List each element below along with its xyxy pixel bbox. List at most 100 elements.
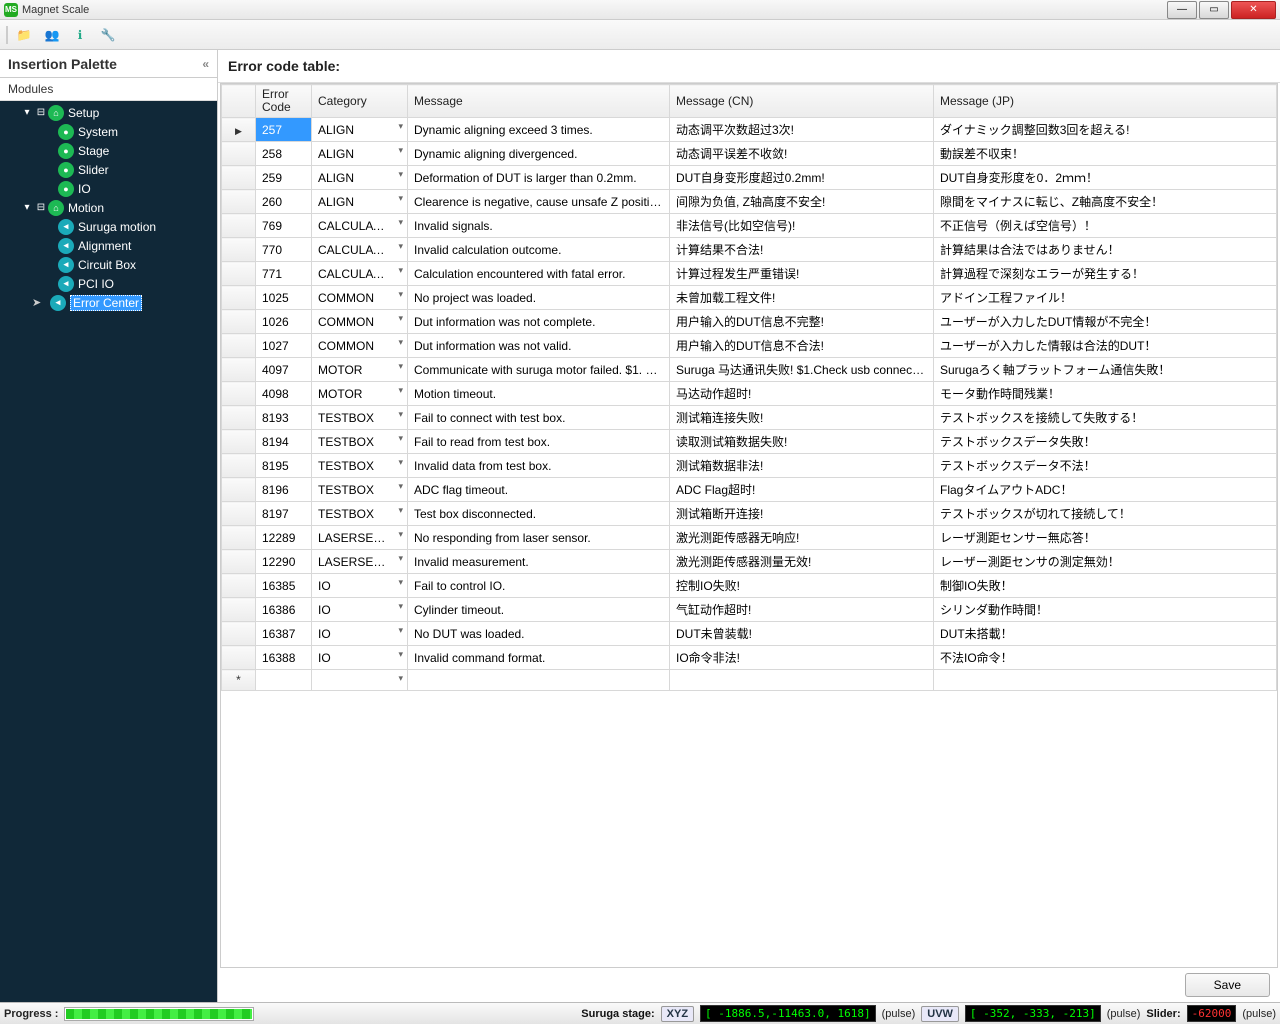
cell-message-jp[interactable]: DUT自身変形度を0．2ｍｍ！ [934, 166, 1277, 190]
table-new-row[interactable] [222, 670, 1277, 691]
row-header[interactable] [222, 574, 256, 598]
cell-category[interactable]: ALIGN [312, 166, 408, 190]
cell-category[interactable]: COMMON [312, 286, 408, 310]
col-message-cn[interactable]: Message (CN) [670, 85, 934, 118]
table-row[interactable]: 1027COMMONDut information was not valid.… [222, 334, 1277, 358]
cell-message[interactable]: Deformation of DUT is larger than 0.2mm. [408, 166, 670, 190]
cell-message[interactable]: Invalid signals. [408, 214, 670, 238]
table-row[interactable]: 770CALCULATI...Invalid calculation outco… [222, 238, 1277, 262]
cell-message-jp[interactable]: テストボックスデータ失敗！ [934, 430, 1277, 454]
table-row[interactable]: 8197TESTBOXTest box disconnected. 测试箱断开连… [222, 502, 1277, 526]
palette-collapse-button[interactable]: « [202, 57, 209, 71]
table-row[interactable]: 16386IOCylinder timeout. 气缸动作超时!シリンダ動作時間… [222, 598, 1277, 622]
cell-message-jp[interactable]: モータ動作時間残業！ [934, 382, 1277, 406]
row-header[interactable] [222, 382, 256, 406]
cell-message[interactable]: Motion timeout. [408, 382, 670, 406]
cell-error-code[interactable]: 8197 [256, 502, 312, 526]
cell-message-cn[interactable]: 测试箱连接失败! [670, 406, 934, 430]
open-folder-button[interactable]: 📁 [12, 23, 36, 47]
cell-message-jp[interactable]: レーザー測距センサの測定無効！ [934, 550, 1277, 574]
cell-message-cn[interactable]: 测试箱数据非法! [670, 454, 934, 478]
cell-error-code[interactable]: 16386 [256, 598, 312, 622]
table-row[interactable]: 1025COMMONNo project was loaded. 未曾加载工程文… [222, 286, 1277, 310]
row-header[interactable] [222, 214, 256, 238]
cell-message-cn[interactable]: 马达动作超时! [670, 382, 934, 406]
cell-error-code[interactable]: 12290 [256, 550, 312, 574]
cell-category[interactable]: IO [312, 574, 408, 598]
cell-category[interactable]: MOTOR [312, 382, 408, 406]
tree-item-suruga-motion[interactable]: ◂Suruga motion [0, 217, 217, 236]
tree-item-slider[interactable]: ●Slider [0, 160, 217, 179]
cell-message[interactable]: Invalid calculation outcome. [408, 238, 670, 262]
row-header[interactable] [222, 262, 256, 286]
cell-message[interactable]: Invalid measurement. [408, 550, 670, 574]
cell-category[interactable]: TESTBOX [312, 406, 408, 430]
row-header[interactable] [222, 478, 256, 502]
cell-error-code[interactable]: 257 [256, 118, 312, 142]
cell-message[interactable]: Dynamic aligning divergenced. [408, 142, 670, 166]
tree-item-io[interactable]: ●IO [0, 179, 217, 198]
cell-message-cn[interactable]: 计算结果不合法! [670, 238, 934, 262]
cell-message-jp[interactable]: 隙間をマイナスに転じ、Z軸高度不安全！ [934, 190, 1277, 214]
cell-message-jp[interactable]: 制御IO失敗！ [934, 574, 1277, 598]
window-close-button[interactable]: ✕ [1231, 1, 1276, 19]
cell-message-cn[interactable]: 控制IO失败! [670, 574, 934, 598]
row-header[interactable] [222, 406, 256, 430]
cell-message-jp[interactable]: ユーザーが入力したDUT情報が不完全！ [934, 310, 1277, 334]
cell-message[interactable]: Calculation encountered with fatal error… [408, 262, 670, 286]
cell-error-code[interactable]: 8195 [256, 454, 312, 478]
cell-error-code[interactable]: 16388 [256, 646, 312, 670]
cell-category[interactable]: ALIGN [312, 142, 408, 166]
row-header[interactable] [222, 646, 256, 670]
cell-category[interactable]: CALCULATI... [312, 262, 408, 286]
cell-message[interactable]: Fail to connect with test box. [408, 406, 670, 430]
cell-message[interactable]: Invalid data from test box. [408, 454, 670, 478]
cell-category[interactable]: CALCULATI... [312, 238, 408, 262]
row-header[interactable] [222, 502, 256, 526]
table-row[interactable]: 8196TESTBOXADC flag timeout. ADC Flag超时!… [222, 478, 1277, 502]
cell-category[interactable]: LASERSEN... [312, 550, 408, 574]
cell-error-code[interactable]: 4097 [256, 358, 312, 382]
settings-button[interactable]: 🔧 [96, 23, 120, 47]
tree-item-pci-io[interactable]: ◂PCI IO [0, 274, 217, 293]
cell-message-jp[interactable]: シリンダ動作時間！ [934, 598, 1277, 622]
cell-category[interactable]: IO [312, 598, 408, 622]
cell-message-cn[interactable]: DUT自身变形度超过0.2mm! [670, 166, 934, 190]
tree-item-circuit-box[interactable]: ◂Circuit Box [0, 255, 217, 274]
cell-error-code[interactable]: 12289 [256, 526, 312, 550]
cell-message[interactable]: Test box disconnected. [408, 502, 670, 526]
cell-message[interactable]: No responding from laser sensor. [408, 526, 670, 550]
cell-message-cn[interactable]: ADC Flag超时! [670, 478, 934, 502]
cell-error-code[interactable]: 260 [256, 190, 312, 214]
cell-message-cn[interactable]: 计算过程发生严重错误! [670, 262, 934, 286]
col-category[interactable]: Category [312, 85, 408, 118]
row-header[interactable] [222, 598, 256, 622]
cell-message-jp[interactable]: DUT未搭載！ [934, 622, 1277, 646]
tree-item-error-center[interactable]: ➤◂Error Center [0, 293, 217, 312]
cell-message-cn[interactable]: 气缸动作超时! [670, 598, 934, 622]
cell-message-jp[interactable]: FlagタイムアウトADC！ [934, 478, 1277, 502]
cell-message-cn[interactable]: 激光测距传感器无响应! [670, 526, 934, 550]
cell-message-jp[interactable]: テストボックスデータ不法！ [934, 454, 1277, 478]
row-header[interactable] [222, 454, 256, 478]
row-header[interactable] [222, 286, 256, 310]
cell-category[interactable]: TESTBOX [312, 502, 408, 526]
table-row[interactable]: 12290LASERSEN...Invalid measurement. 激光测… [222, 550, 1277, 574]
cell-message[interactable]: Dut information was not complete. [408, 310, 670, 334]
cell-category[interactable]: COMMON [312, 334, 408, 358]
table-row[interactable]: 769CALCULATI...Invalid signals. 非法信号(比如空… [222, 214, 1277, 238]
cell-message[interactable]: Dut information was not valid. [408, 334, 670, 358]
cell-error-code[interactable]: 258 [256, 142, 312, 166]
row-header[interactable] [222, 238, 256, 262]
cell-message-jp[interactable]: 計算過程で深刻なエラーが発生する！ [934, 262, 1277, 286]
tree-group-motion[interactable]: ▾⊟⌂Motion [0, 198, 217, 217]
cell-message[interactable]: Invalid command format. [408, 646, 670, 670]
table-row[interactable]: 771CALCULATI...Calculation encountered w… [222, 262, 1277, 286]
cell-error-code[interactable]: 16387 [256, 622, 312, 646]
cell-category[interactable]: CALCULATI... [312, 214, 408, 238]
tree-item-stage[interactable]: ●Stage [0, 141, 217, 160]
row-header[interactable] [222, 190, 256, 214]
cell-error-code[interactable]: 771 [256, 262, 312, 286]
row-header[interactable] [222, 622, 256, 646]
table-row[interactable]: 258ALIGNDynamic aligning divergenced. 动态… [222, 142, 1277, 166]
